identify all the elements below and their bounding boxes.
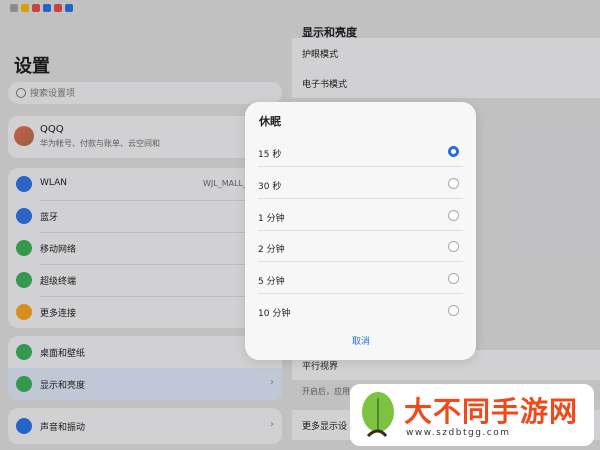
radio-icon[interactable] xyxy=(448,178,459,189)
option-30s[interactable]: 30 秒 xyxy=(245,168,476,199)
option-label: 1 分钟 xyxy=(258,214,285,224)
option-2min[interactable]: 2 分钟 xyxy=(245,231,476,262)
option-label: 5 分钟 xyxy=(258,277,285,287)
radio-icon[interactable] xyxy=(448,305,459,316)
option-label: 2 分钟 xyxy=(258,245,285,255)
dialog-title: 休眠 xyxy=(259,115,281,128)
option-label: 15 秒 xyxy=(258,150,282,160)
radio-selected-icon[interactable] xyxy=(448,146,459,157)
cancel-button[interactable]: 取消 xyxy=(337,334,385,347)
option-label: 30 秒 xyxy=(258,182,282,192)
watermark-badge: 大不同手游网 www.szdbtgg.com xyxy=(350,384,594,446)
radio-icon[interactable] xyxy=(448,210,459,221)
option-1min[interactable]: 1 分钟 xyxy=(245,200,476,231)
option-5min[interactable]: 5 分钟 xyxy=(245,263,476,294)
leaf-logo-icon xyxy=(362,392,394,438)
watermark-url: www.szdbtgg.com xyxy=(406,428,511,438)
option-label: 10 分钟 xyxy=(258,309,291,319)
option-15s[interactable]: 15 秒 xyxy=(245,136,476,167)
option-10min[interactable]: 10 分钟 xyxy=(245,295,476,326)
radio-icon[interactable] xyxy=(448,241,459,252)
watermark-brand: 大不同手游网 xyxy=(404,395,579,428)
radio-icon[interactable] xyxy=(448,273,459,284)
sleep-dialog: 休眠 15 秒 30 秒 1 分钟 2 分钟 5 分钟 10 分钟 取消 xyxy=(245,102,476,360)
